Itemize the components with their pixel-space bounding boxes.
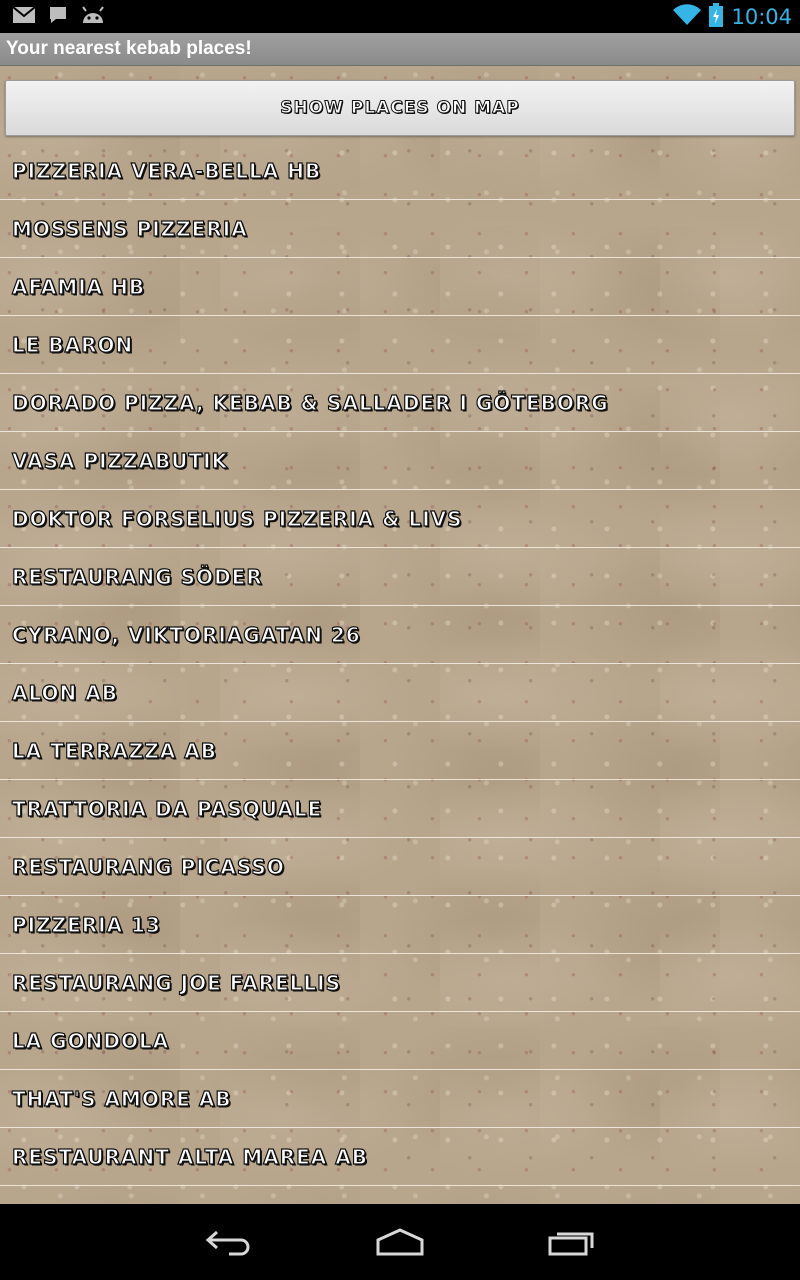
list-item-label: LA TERRAZZA AB	[11, 738, 217, 763]
recents-icon	[548, 1232, 594, 1256]
list-item-label: AFAMIA HB	[11, 274, 146, 299]
show-on-map-button[interactable]: Show places on map	[5, 80, 795, 136]
list-item[interactable]: MOSSENS PIZZERIA	[0, 200, 800, 258]
list-item-label: LE BARON	[11, 332, 134, 357]
recents-button[interactable]	[541, 1224, 601, 1260]
main-content: Show places on map PIZZERIA VERA-BELLA H…	[0, 66, 800, 1204]
status-time: 10:04	[731, 4, 792, 29]
notification-icons	[12, 6, 106, 28]
list-item-label: MOSSENS PIZZERIA	[11, 216, 248, 241]
status-bar: 10:04	[0, 0, 800, 33]
wifi-icon	[673, 3, 702, 30]
list-item[interactable]: VASA PIZZABUTIK	[0, 432, 800, 490]
list-item[interactable]: TRATTORIA DA PASQUALE	[0, 780, 800, 838]
list-item[interactable]: CYRANO, VIKTORIAGATAN 26	[0, 606, 800, 664]
list-item-label: RESTAURANG JOE FARELLIS	[11, 970, 341, 995]
list-item-label: DOKTOR FORSELIUS PIZZERIA & LIVS	[11, 506, 463, 531]
list-item-label: ALON AB	[11, 680, 118, 705]
list-item-label: VASA PIZZABUTIK	[11, 448, 229, 473]
navigation-bar	[0, 1204, 800, 1280]
list-item-label: TRATTORIA DA PASQUALE	[11, 796, 323, 821]
app-title: Your nearest kebab places!	[6, 38, 252, 59]
app-title-bar: Your nearest kebab places!	[0, 33, 800, 66]
list-item-label: RESTAURANT ALTA MAREA AB	[11, 1144, 368, 1169]
list-item[interactable]: ALON AB	[0, 664, 800, 722]
home-button[interactable]	[370, 1224, 430, 1260]
chat-icon	[48, 5, 68, 29]
list-item[interactable]: DORADO PIZZA, KEBAB & SALLADER I GÖTEBOR…	[0, 374, 800, 432]
list-item-label: PIZZERIA 13	[11, 912, 161, 937]
list-item[interactable]: RESTAURANG PICASSO	[0, 838, 800, 896]
home-icon	[376, 1228, 424, 1256]
system-icons: 10:04	[673, 2, 792, 31]
list-item[interactable]: LA GONDOLA	[0, 1012, 800, 1070]
list-item-label: CYRANO, VIKTORIAGATAN 26	[11, 622, 361, 647]
list-item-label: THAT'S AMORE AB	[11, 1086, 232, 1111]
list-item[interactable]: RESTAURANG JOE FARELLIS	[0, 954, 800, 1012]
show-on-map-button-label: Show places on map	[280, 98, 520, 119]
list-item-label: LA GONDOLA	[11, 1028, 170, 1053]
list-item[interactable]: LE BARON	[0, 316, 800, 374]
list-item[interactable]: PIZZERIA 13	[0, 896, 800, 954]
back-button[interactable]	[199, 1224, 259, 1260]
back-icon	[205, 1230, 250, 1256]
list-item-label: RESTAURANG PICASSO	[11, 854, 285, 879]
list-item-label: PIZZERIA VERA-BELLA HB	[11, 158, 322, 183]
list-item[interactable]: PIZZERIA VERA-BELLA HB	[0, 142, 800, 200]
list-item[interactable]: LA TERRAZZA AB	[0, 722, 800, 780]
list-item[interactable]: AFAMIA HB	[0, 258, 800, 316]
places-list[interactable]: PIZZERIA VERA-BELLA HB MOSSENS PIZZERIA …	[0, 142, 800, 1186]
list-item[interactable]: RESTAURANT ALTA MAREA AB	[0, 1128, 800, 1186]
list-item-label: RESTAURANG SÖDER	[11, 564, 263, 589]
list-item[interactable]: THAT'S AMORE AB	[0, 1070, 800, 1128]
list-item[interactable]: RESTAURANG SÖDER	[0, 548, 800, 606]
battery-charging-icon	[709, 2, 724, 31]
android-icon	[80, 5, 106, 29]
list-item-label: DORADO PIZZA, KEBAB & SALLADER I GÖTEBOR…	[11, 390, 609, 415]
gmail-icon	[12, 6, 36, 28]
list-item[interactable]: DOKTOR FORSELIUS PIZZERIA & LIVS	[0, 490, 800, 548]
